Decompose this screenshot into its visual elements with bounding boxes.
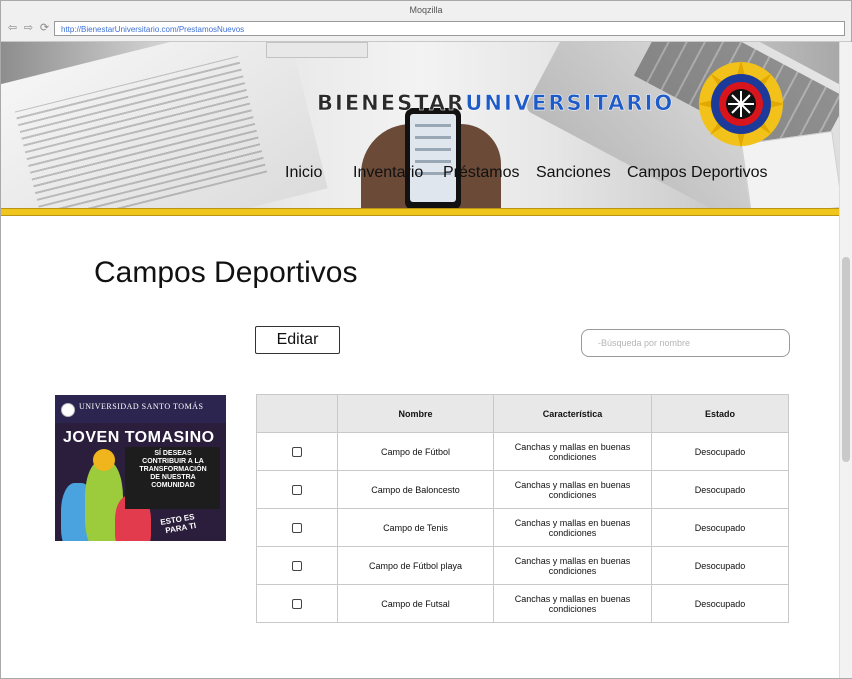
row-caracteristica: Canchas y mallas en buenas condiciones (493, 432, 652, 471)
nav-inventario[interactable]: Inventario (353, 164, 423, 182)
row-estado: Desocupado (651, 584, 789, 623)
header-banner: BIENESTARUNIVERSITARIO Inicio Inventario… (1, 42, 839, 210)
row-nombre: Campo de Futsal (337, 584, 494, 623)
forward-arrow-icon[interactable]: ⇨ (23, 23, 34, 34)
row-caracteristica: Canchas y mallas en buenas condiciones (493, 470, 652, 509)
select-cell (256, 508, 338, 547)
col-select (256, 394, 338, 433)
nav-inicio[interactable]: Inicio (285, 164, 322, 182)
promo-banner[interactable]: UNIVERSIDAD SANTO TOMÁS JOVEN TOMASINO S… (55, 395, 226, 541)
phone-screen-line (415, 148, 451, 151)
promo-footer: ESTO ES PARA TI (159, 512, 197, 536)
browser-window: Moqzilla ⇦ ⇨ ⟳ http://BienestarUniversit… (0, 0, 852, 679)
edit-button[interactable]: Editar (255, 326, 340, 354)
search-input[interactable] (581, 329, 790, 357)
url-bar[interactable]: http://BienestarUniversitario.com/Presta… (54, 21, 845, 36)
row-estado: Desocupado (651, 546, 789, 585)
col-estado: Estado (651, 394, 789, 433)
nav-campos-deportivos[interactable]: Campos Deportivos (627, 164, 768, 182)
row-checkbox[interactable] (292, 598, 302, 609)
table-row: Campo de Fútbol Canchas y mallas en buen… (256, 432, 789, 471)
brand-part2: UNIVERSITARIO (465, 91, 675, 116)
row-checkbox[interactable] (292, 560, 302, 571)
table-row: Campo de Fútbol playa Canchas y mallas e… (256, 546, 789, 585)
row-checkbox[interactable] (292, 446, 302, 457)
select-cell (256, 470, 338, 509)
row-estado: Desocupado (651, 432, 789, 471)
row-estado: Desocupado (651, 470, 789, 509)
row-caracteristica: Canchas y mallas en buenas condiciones (493, 584, 652, 623)
row-estado: Desocupado (651, 508, 789, 547)
promo-message: SÍ DESEAS CONTRIBUIR A LA TRANSFORMACIÓN… (139, 450, 207, 489)
promo-title: JOVEN TOMASINO (63, 429, 215, 446)
table-row: Campo de Futsal Canchas y mallas en buen… (256, 584, 789, 623)
university-logo-icon (61, 403, 75, 417)
figure-head-icon (93, 449, 115, 471)
row-caracteristica: Canchas y mallas en buenas condiciones (493, 508, 652, 547)
nav-sanciones[interactable]: Sanciones (536, 164, 611, 182)
back-arrow-icon[interactable]: ⇦ (7, 23, 18, 34)
table-header-row: Nombre Característica Estado (256, 394, 789, 433)
row-nombre: Campo de Baloncesto (337, 470, 494, 509)
brand-logo-text: BIENESTARUNIVERSITARIO (317, 91, 675, 116)
vertical-scrollbar[interactable] (839, 42, 852, 678)
page-title: Campos Deportivos (94, 256, 358, 289)
campos-table: Nombre Característica Estado Campo de Fú… (256, 394, 789, 623)
row-nombre: Campo de Fútbol (337, 432, 494, 471)
col-caracteristica: Característica (493, 394, 652, 433)
scrollbar-thumb[interactable] (842, 257, 850, 462)
select-cell (256, 584, 338, 623)
table-row: Campo de Tenis Canchas y mallas en buena… (256, 508, 789, 547)
browser-toolbar: ⇦ ⇨ ⟳ http://BienestarUniversitario.com/… (1, 19, 851, 42)
brand-part1: BIENESTAR (317, 91, 466, 116)
university-seal-icon (697, 60, 785, 148)
select-cell (256, 432, 338, 471)
phone-screen-line (415, 160, 451, 163)
page-viewport: BIENESTARUNIVERSITARIO Inicio Inventario… (1, 42, 839, 678)
row-nombre: Campo de Tenis (337, 508, 494, 547)
nav-prestamos[interactable]: Préstamos (443, 164, 519, 182)
table-row: Campo de Baloncesto Canchas y mallas en … (256, 470, 789, 509)
col-nombre: Nombre (337, 394, 494, 433)
calculator-image (266, 42, 368, 58)
reload-icon[interactable]: ⟳ (39, 23, 50, 34)
row-checkbox[interactable] (292, 484, 302, 495)
select-cell (256, 546, 338, 585)
row-nombre: Campo de Fútbol playa (337, 546, 494, 585)
phone-screen (410, 114, 456, 202)
phone-screen-line (415, 124, 451, 127)
promo-university: UNIVERSIDAD SANTO TOMÁS (79, 402, 204, 411)
window-title: Moqzilla (1, 1, 851, 20)
header-accent-bar (1, 208, 839, 216)
row-caracteristica: Canchas y mallas en buenas condiciones (493, 546, 652, 585)
phone-screen-line (415, 136, 451, 139)
row-checkbox[interactable] (292, 522, 302, 533)
